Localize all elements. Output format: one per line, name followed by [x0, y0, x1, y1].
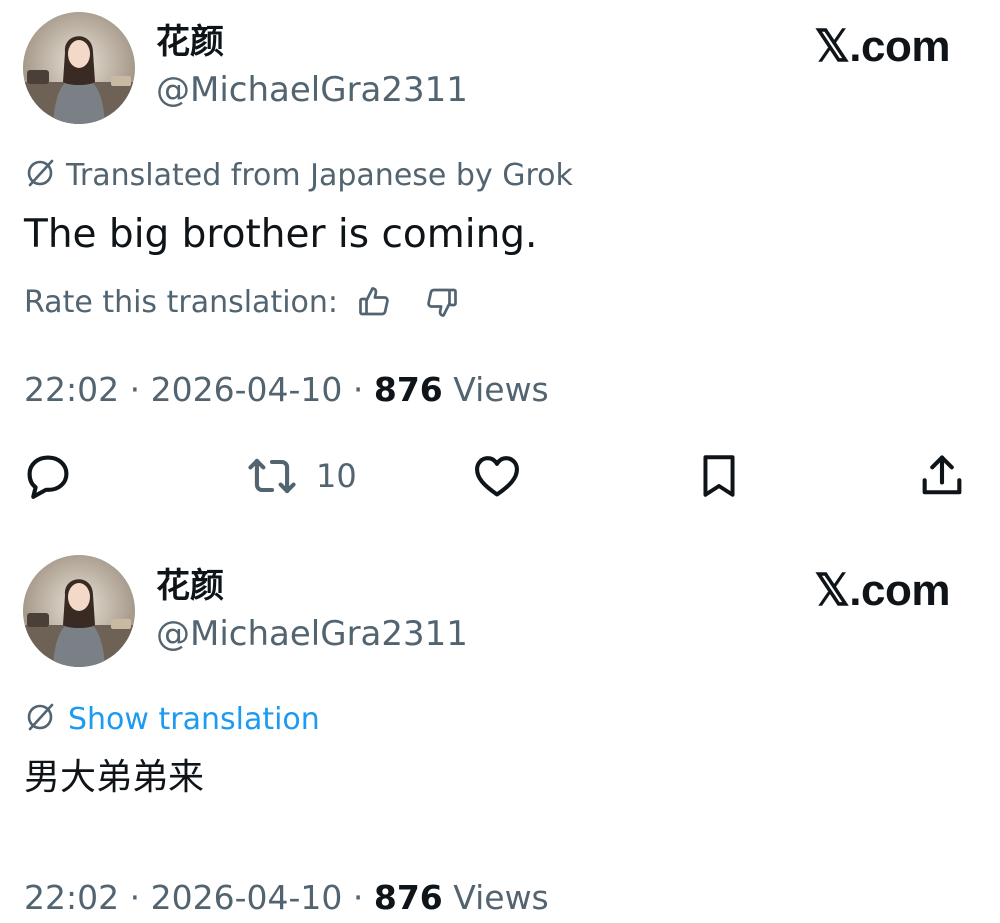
- tweet-text: The big brother is coming.: [24, 212, 538, 257]
- translate-icon: [24, 157, 56, 193]
- rate-translation: Rate this translation:: [24, 280, 462, 324]
- tweet-actions: 10: [0, 450, 1000, 502]
- meta-separator: ·: [342, 878, 374, 917]
- show-translation-link[interactable]: Show translation: [24, 699, 320, 739]
- tweet-card: 花颜 @MichaelGra2311 𝕏.com Translated from…: [0, 0, 1000, 530]
- reply-icon: [22, 450, 74, 502]
- repost-icon: [244, 450, 300, 502]
- thumbs-down-icon[interactable]: [422, 282, 462, 322]
- views-label: Views: [453, 878, 549, 917]
- avatar[interactable]: [23, 12, 135, 124]
- repost-button[interactable]: 10: [244, 450, 357, 502]
- tweet-time[interactable]: 22:02: [24, 878, 119, 917]
- tweet-time[interactable]: 22:02: [24, 370, 119, 409]
- translate-icon: [24, 701, 56, 737]
- meta-separator: ·: [342, 370, 374, 409]
- views-label: Views: [453, 370, 549, 409]
- tweet-meta: 22:02 · 2026-04-10 · 876 Views: [24, 875, 549, 921]
- share-button[interactable]: [914, 450, 970, 502]
- tweet-meta: 22:02 · 2026-04-10 · 876 Views: [24, 367, 549, 413]
- meta-separator: ·: [119, 878, 151, 917]
- display-name[interactable]: 花颜: [156, 22, 224, 62]
- translation-note: Translated from Japanese by Grok: [24, 155, 573, 195]
- x-brand-logo: 𝕏.com: [814, 566, 950, 615]
- views-count: 876: [373, 370, 443, 409]
- bookmark-icon: [694, 450, 744, 502]
- user-handle[interactable]: @MichaelGra2311: [156, 68, 468, 112]
- show-translation-label[interactable]: Show translation: [68, 702, 320, 737]
- avatar[interactable]: [23, 555, 135, 667]
- share-icon: [914, 450, 970, 502]
- meta-separator: ·: [119, 370, 151, 409]
- bookmark-button[interactable]: [694, 450, 744, 502]
- tweet-date[interactable]: 2026-04-10: [151, 370, 343, 409]
- tweet-card: 花颜 @MichaelGra2311 𝕏.com Show translatio…: [0, 545, 1000, 923]
- heart-icon: [470, 450, 524, 502]
- tweet-date[interactable]: 2026-04-10: [151, 878, 343, 917]
- repost-count: 10: [316, 457, 357, 495]
- rate-translation-label: Rate this translation:: [24, 284, 339, 320]
- thumbs-up-icon[interactable]: [354, 282, 394, 322]
- x-brand-logo: 𝕏.com: [814, 22, 950, 71]
- translation-note-text: Translated from Japanese by Grok: [66, 157, 573, 193]
- reply-button[interactable]: [22, 450, 74, 502]
- views-count: 876: [373, 878, 443, 917]
- user-handle[interactable]: @MichaelGra2311: [156, 612, 468, 656]
- tweet-text: 男大弟弟来: [24, 757, 205, 798]
- like-button[interactable]: [470, 450, 524, 502]
- display-name[interactable]: 花颜: [156, 566, 224, 606]
